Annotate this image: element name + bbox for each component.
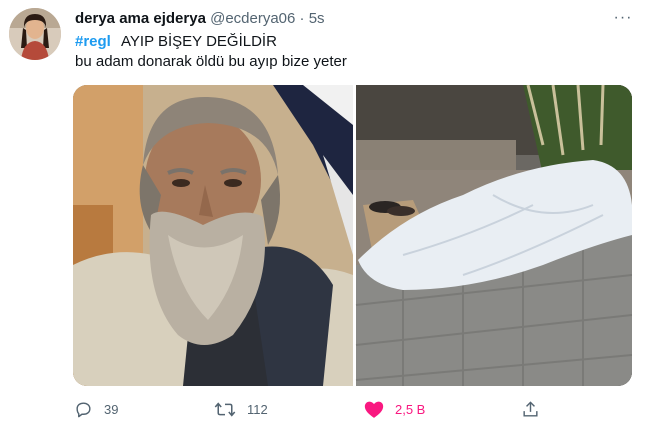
tweet-media[interactable] xyxy=(73,85,632,386)
tweet-header: derya ama ejderya @ecderya06 · 5s xyxy=(75,10,325,27)
photo-left-man xyxy=(73,85,353,386)
author-handle[interactable]: @ecderya06 xyxy=(210,10,295,27)
like-count: 2,5 B xyxy=(395,401,426,417)
retweet-button[interactable]: 112 xyxy=(214,395,268,423)
photo-right-scene xyxy=(355,85,632,386)
reply-icon xyxy=(76,401,91,417)
retweet-icon xyxy=(214,401,236,417)
tweet-time[interactable]: 5s xyxy=(309,10,325,27)
reply-count: 39 xyxy=(104,401,119,417)
retweet-count: 112 xyxy=(247,401,268,417)
separator-dot: · xyxy=(299,10,305,27)
tweet-text-line1: #regl AYIP BİŞEY DEĞİLDİR xyxy=(75,33,277,50)
share-button[interactable] xyxy=(521,395,540,423)
tweet-text-upper: AYIP BİŞEY DEĞİLDİR xyxy=(121,33,277,50)
like-button[interactable]: 2,5 B xyxy=(364,395,425,423)
reply-button[interactable]: 39 xyxy=(74,395,118,423)
hashtag-link[interactable]: #regl xyxy=(75,33,111,50)
author-avatar[interactable] xyxy=(9,8,61,60)
tweet-text-line2: bu adam donarak öldü bu ayıp bize yeter xyxy=(75,53,347,70)
author-name[interactable]: derya ama ejderya xyxy=(75,10,206,27)
share-icon xyxy=(523,400,538,417)
tweet-actions: 39 112 2,5 B xyxy=(0,395,648,423)
more-icon[interactable]: ··· xyxy=(612,7,634,29)
heart-icon xyxy=(364,401,384,418)
